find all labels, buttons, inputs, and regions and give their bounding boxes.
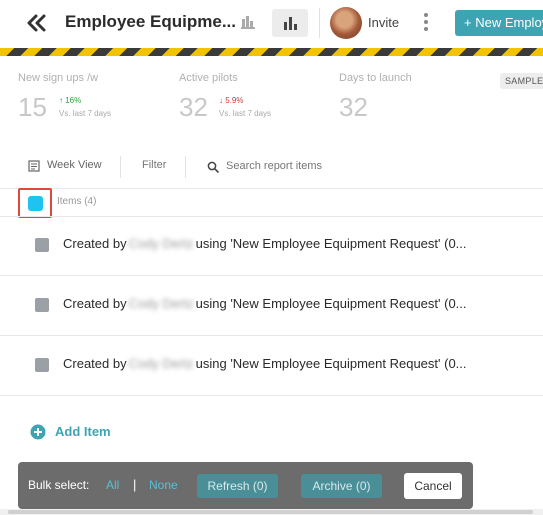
week-view-label: Week View [47,159,102,171]
stat-change: ↑ 16% [59,96,82,105]
row-checkbox[interactable] [35,298,49,312]
table-view-icon[interactable] [240,14,256,30]
filter-button[interactable]: Filter [142,159,166,171]
sample-hazard-stripe [0,48,543,56]
items-count: Items (4) [57,196,97,207]
refresh-button[interactable]: Refresh (0) [197,474,278,498]
row-suffix: using 'New Employee Equipment Request' (… [195,356,467,371]
header-divider [319,8,320,38]
calendar-icon [28,160,40,172]
divider [0,395,543,396]
bulk-separator: | [133,477,137,492]
divider [0,188,543,189]
back-icon[interactable] [24,10,50,36]
list-item[interactable]: Created by Cody Dertz using 'New Employee … [0,336,543,396]
row-description: Created by Cody Dertz using 'New Employee … [63,356,467,371]
row-checkbox[interactable] [35,238,49,252]
list-item[interactable]: Created by Cody Dertz using 'New Employee … [0,216,543,276]
search-icon [207,161,219,173]
creator-name: Cody Dertz [128,236,194,251]
row-suffix: using 'New Employee Equipment Request' (… [195,296,467,311]
new-employee-button[interactable]: + New Employ [455,10,543,36]
plus-circle-icon [30,424,46,440]
select-all-checkbox[interactable] [28,196,43,211]
report-view-button[interactable] [272,9,308,37]
row-checkbox[interactable] [35,358,49,372]
cancel-button[interactable]: Cancel [404,473,462,499]
stat-value: 15 [18,92,47,122]
select-all-link[interactable]: All [106,478,119,492]
more-options-icon[interactable] [420,11,432,33]
stat-change: ↓ 5.9% [219,96,244,105]
stats-panel: New sign ups /w 15 ↑ 16% Vs. last 7 days… [0,60,543,130]
stat-label: New sign ups /w [18,72,99,84]
invite-link[interactable]: Invite [368,15,399,30]
row-description: Created by Cody Dertz using 'New Employee … [63,296,467,311]
toolbar-divider [120,156,121,178]
stat-value: 32 [179,92,208,122]
bar-chart-icon [284,17,297,30]
creator-name: Cody Dertz [128,296,194,311]
avatar[interactable] [330,7,362,39]
row-prefix: Created by [63,236,127,251]
archive-button[interactable]: Archive (0) [301,474,382,498]
sample-badge: SAMPLE [500,73,543,89]
stat-value: 32 [339,92,368,122]
bulk-select-label: Bulk select: [28,478,90,492]
row-prefix: Created by [63,296,127,311]
page-title: Employee Equipme... [65,12,236,31]
creator-name: Cody Dertz [128,356,194,371]
header: Employee Equipme... Invite + New Employ [0,0,543,48]
select-none-link[interactable]: None [149,478,178,492]
stat-comparison: Vs. last 7 days [59,109,112,118]
stat-label: Active pilots [179,72,238,84]
list-item[interactable]: Created by Cody Dertz using 'New Employee … [0,276,543,336]
stat-comparison: Vs. last 7 days [219,109,272,118]
stat-label: Days to launch [339,72,412,84]
bulk-select-bar: Bulk select: All | None Refresh (0) Arch… [18,462,473,509]
row-suffix: using 'New Employee Equipment Request' (… [195,236,467,251]
toolbar-divider [185,156,186,178]
row-description: Created by Cody Dertz using 'New Employee … [63,236,467,251]
add-item-label: Add Item [55,424,111,439]
row-prefix: Created by [63,356,127,371]
horizontal-scrollbar[interactable] [0,509,543,515]
report-toolbar: Week View Filter [0,150,543,184]
search-input[interactable] [226,155,426,177]
